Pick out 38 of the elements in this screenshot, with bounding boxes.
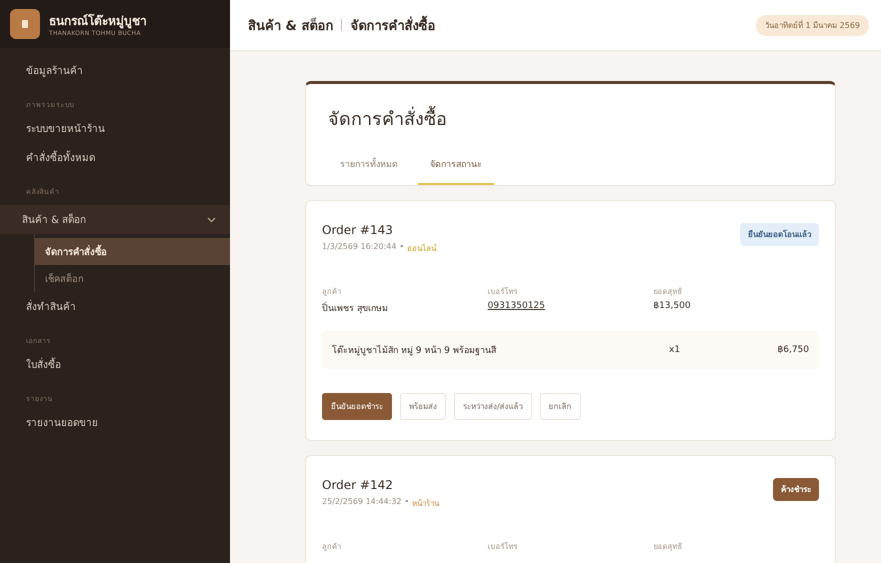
sidebar-item[interactable]: ข้อมูลร้านค้า — [0, 56, 224, 85]
item-name: โต๊ะหมู่บูชาไม้สัก หมู่ 9 หน้า 9 พร้อมฐานสี — [332, 344, 498, 357]
separator-dot: • — [399, 242, 404, 253]
order-channel: ออนไลน์ — [407, 242, 436, 255]
sidebar-item[interactable]: รายงานยอดขาย — [0, 408, 224, 437]
breadcrumb-item: สินค้า & สต็อก — [248, 16, 334, 36]
page-title: จัดการคำสั่งซื้อ — [328, 104, 815, 133]
action-button[interactable]: พร้อมส่ง — [400, 393, 446, 420]
order-datetime: 25/2/2569 14:44:32 — [322, 497, 402, 508]
item-quantity: x1 — [669, 345, 682, 355]
sidebar-item[interactable]: คำสั่งซื้อทั้งหมด — [0, 143, 224, 172]
sidebar-subitem[interactable]: จัดการคำสั่งซื้อ — [35, 238, 230, 265]
sidebar-item[interactable]: ใบสั่งซื้อ — [0, 350, 224, 379]
action-button[interactable]: ยกเลิก — [540, 393, 581, 420]
item-price: ฿6,750 — [776, 345, 809, 355]
field-value: ปิ่นเพชร สุขเกษม — [322, 301, 488, 315]
action-button[interactable]: ยืนยันยอดชำระ — [322, 393, 392, 420]
field-value: ฿13,500 — [653, 301, 692, 311]
sidebar-item[interactable]: สั่งทำสินค้า — [0, 292, 224, 321]
sidebar-item[interactable]: ระบบขายหน้าร้าน — [0, 114, 224, 143]
order-title: Order #143 — [322, 223, 394, 237]
order-channel: หน้าร้าน — [412, 498, 440, 510]
order-datetime: 1/3/2569 16:20:44 — [322, 242, 396, 253]
sidebar-subitem[interactable]: เช็คสต็อก — [35, 265, 230, 292]
status-badge: ค้างชำระ — [773, 478, 819, 501]
logo-icon — [10, 9, 40, 39]
tab[interactable]: จัดการสถานะ — [418, 147, 494, 185]
chevron-icon — [207, 216, 216, 222]
tab[interactable]: รายการทั้งหมด — [328, 147, 410, 185]
status-badge: ยืนยันยอดโอนแล้ว — [740, 223, 819, 246]
breadcrumb-item: จัดการคำสั่งซื้อ — [350, 14, 436, 36]
phone-link[interactable]: 0931350125 — [488, 301, 654, 311]
separator-dot: • — [404, 497, 410, 508]
date-badge: วันอาทิตย์ที่ 1 มีนาคม 2569 — [756, 14, 869, 36]
action-button[interactable]: ระหว่างส่ง/ส่งแล้ว — [454, 393, 532, 420]
brand-name: ธนกรณ์โต๊ะหมู่บูชา — [49, 12, 147, 30]
sidebar-group[interactable]: สินค้า & สต็อก — [0, 205, 230, 234]
order-title: Order #142 — [322, 478, 394, 492]
